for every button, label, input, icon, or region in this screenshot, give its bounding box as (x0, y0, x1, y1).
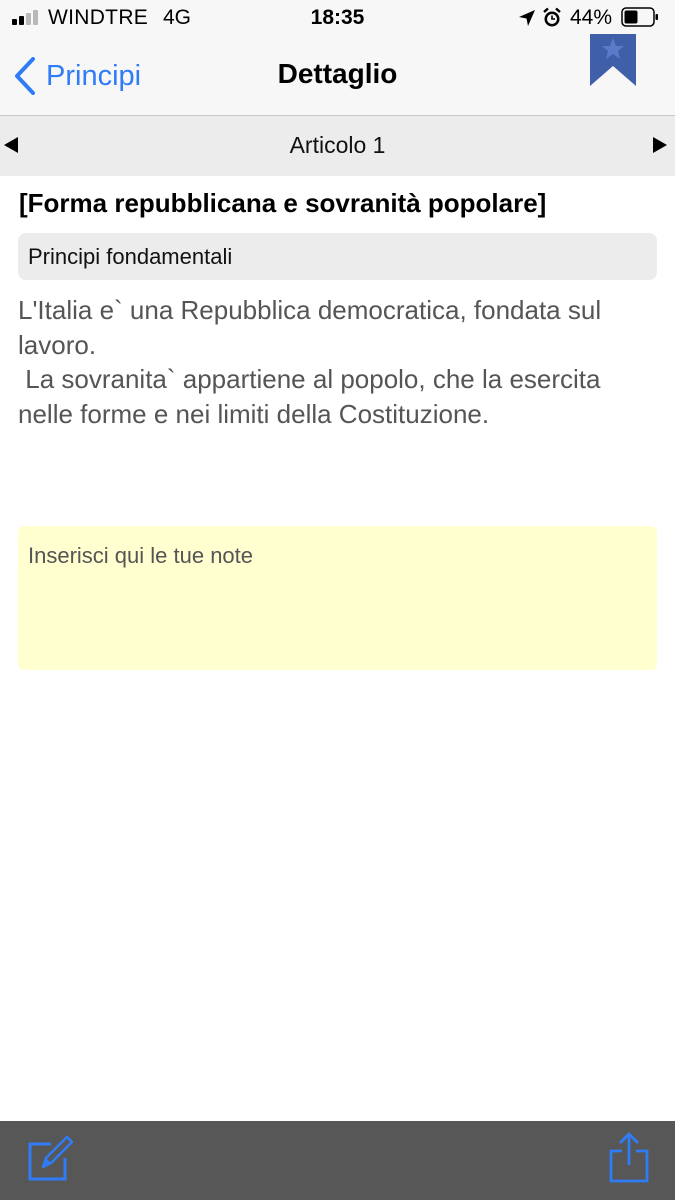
edit-icon[interactable] (27, 1136, 73, 1182)
share-icon[interactable] (608, 1131, 650, 1183)
page-title: Dettaglio (277, 58, 398, 89)
status-bar: WINDTRE 4G 18:35 44% (0, 0, 675, 38)
article-body: L'Italia e` una Repubblica democratica, … (18, 295, 602, 429)
battery-icon (621, 7, 658, 27)
section-label: Principi fondamentali (28, 244, 233, 269)
bookmark-icon[interactable] (588, 34, 638, 88)
article-title: [Forma repubblicana e sovranità popolare… (19, 188, 547, 218)
location-icon (519, 10, 535, 26)
battery-percent: 44% (570, 6, 613, 29)
bottom-toolbar (0, 1121, 675, 1200)
article-selector: Articolo 1 (0, 116, 675, 176)
navigation-bar: Principi Dettaglio (0, 34, 675, 116)
notes-placeholder: Inserisci qui le tue note (28, 543, 254, 568)
section-badge: Principi fondamentali (18, 233, 657, 280)
triangle-right-icon[interactable] (653, 137, 667, 153)
alarm-icon (543, 7, 561, 27)
article-number: Articolo 1 (289, 132, 386, 158)
notes-field[interactable]: Inserisci qui le tue note (18, 526, 657, 670)
